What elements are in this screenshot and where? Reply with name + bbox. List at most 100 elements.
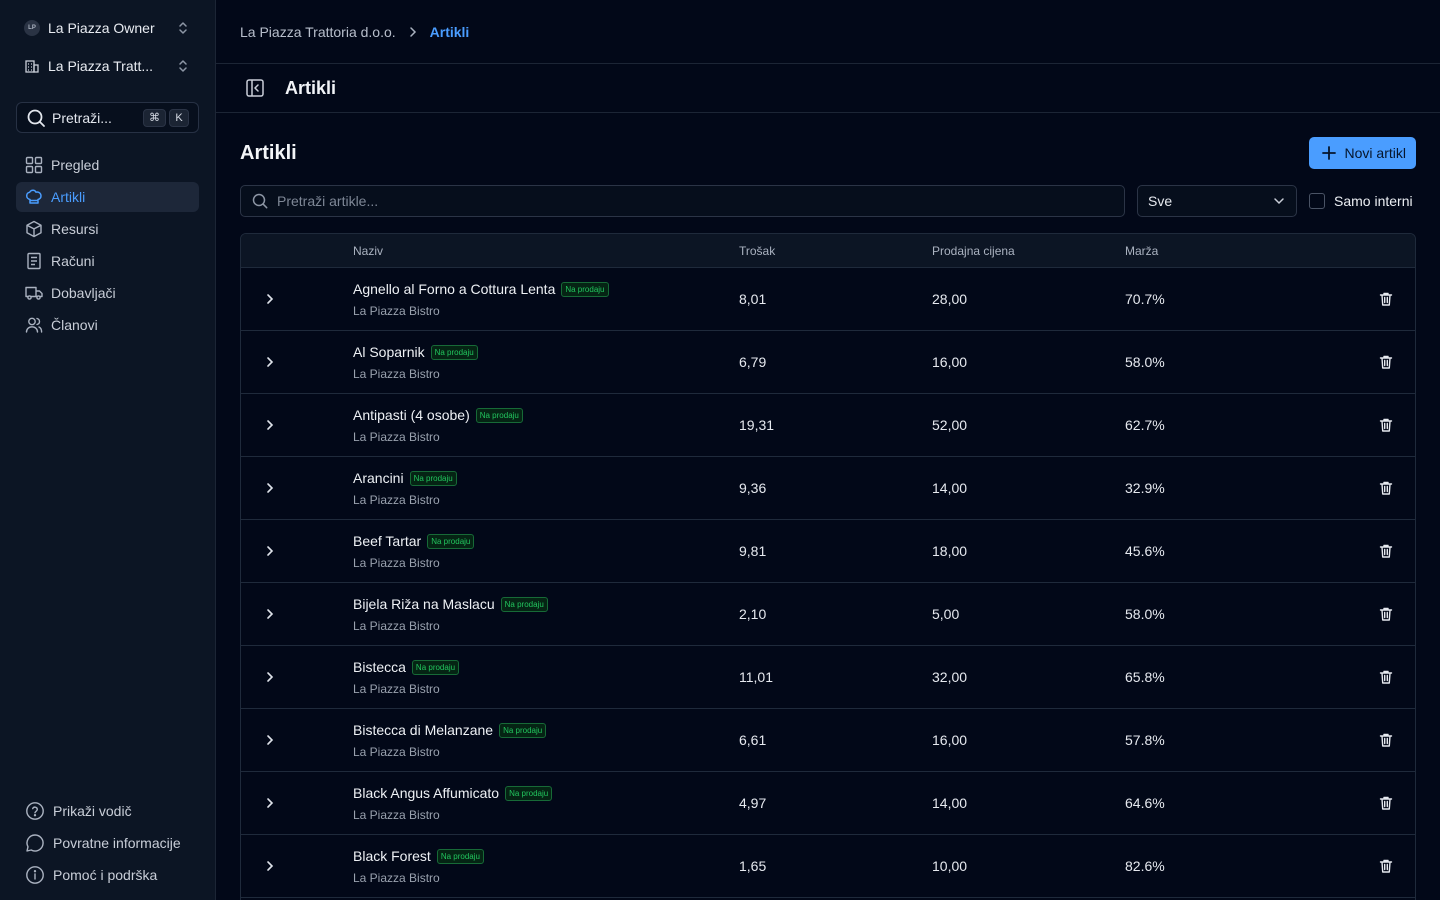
table-row[interactable]: Bistecca Na prodaju La Piazza Bistro 11,01 3… xyxy=(241,646,1415,709)
internal-only-checkbox[interactable] xyxy=(1309,193,1325,209)
sidebar: LP La Piazza Owner La Piazza Tratt... Pr… xyxy=(0,0,216,900)
info-icon xyxy=(25,865,45,885)
item-location: La Piazza Bistro xyxy=(353,745,440,759)
expand-chevron-icon[interactable] xyxy=(263,796,277,810)
table-row[interactable]: Bistecca di Melanzane Na prodaju La Piazza… xyxy=(241,709,1415,772)
item-price: 10,00 xyxy=(932,858,968,874)
item-name: Arancini xyxy=(353,470,404,486)
item-location: La Piazza Bistro xyxy=(353,808,440,822)
org-switcher[interactable]: LP La Piazza Owner xyxy=(16,13,199,43)
table-row[interactable]: Arancini Na prodaju La Piazza Bistro 9,36 14… xyxy=(241,457,1415,520)
sidebar-toggle-icon[interactable] xyxy=(245,78,265,98)
expand-chevron-icon[interactable] xyxy=(263,481,277,495)
column-header-price[interactable]: Prodajna cijena xyxy=(932,244,1015,258)
nav-label: Povratne informacije xyxy=(53,835,181,851)
item-price: 5,00 xyxy=(932,606,960,622)
item-search-input[interactable] xyxy=(277,193,1114,209)
status-badge: Na prodaju xyxy=(475,407,523,423)
table-header: Naziv Trošak Prodajna cijena Marža xyxy=(241,234,1415,268)
column-header-margin[interactable]: Marža xyxy=(1125,244,1158,258)
expand-chevron-icon[interactable] xyxy=(263,607,277,621)
table-row[interactable]: Beef Tartar Na prodaju La Piazza Bistro 9,8… xyxy=(241,520,1415,583)
location-switcher[interactable]: La Piazza Tratt... xyxy=(16,51,199,81)
nav-item-clanovi[interactable]: Članovi xyxy=(16,310,199,340)
item-location: La Piazza Bistro xyxy=(353,871,440,885)
nav-label: Članovi xyxy=(51,317,98,333)
org-name: La Piazza Owner xyxy=(48,20,155,36)
table-row[interactable]: Black Forest Na prodaju La Piazza Bistro 1,… xyxy=(241,835,1415,898)
global-search[interactable]: Pretraži... ⌘ K xyxy=(16,102,199,133)
table-row[interactable]: Agnello al Forno a Cottura Lenta Na proda… xyxy=(241,268,1415,331)
message-circle-icon xyxy=(25,833,45,853)
nav-item-dobavljaci[interactable]: Dobavljači xyxy=(16,278,199,308)
receipt-icon xyxy=(25,252,43,270)
item-name: Bistecca di Melanzane xyxy=(353,722,494,738)
table-row[interactable]: Black Angus Affumicato Na prodaju La Piazz… xyxy=(241,772,1415,835)
expand-chevron-icon[interactable] xyxy=(263,670,277,684)
trash-icon[interactable] xyxy=(1378,732,1394,748)
building-icon xyxy=(24,58,40,74)
status-badge: Na prodaju xyxy=(436,848,484,864)
expand-chevron-icon[interactable] xyxy=(263,859,277,873)
item-cost: 9,36 xyxy=(739,480,767,496)
expand-chevron-icon[interactable] xyxy=(263,544,277,558)
item-location: La Piazza Bistro xyxy=(353,367,440,381)
trash-icon[interactable] xyxy=(1378,795,1394,811)
trash-icon[interactable] xyxy=(1378,480,1394,496)
help-nav: Prikaži vodič Povratne informacije Pomoć… xyxy=(16,796,199,892)
item-name-line: Al Soparnik Na prodaju xyxy=(353,344,478,360)
status-badge: Na prodaju xyxy=(499,722,547,738)
trash-icon[interactable] xyxy=(1378,606,1394,622)
item-name: Beef Tartar xyxy=(353,533,422,549)
nav-item-resursi[interactable]: Resursi xyxy=(16,214,199,244)
trash-icon[interactable] xyxy=(1378,858,1394,874)
item-name-line: Beef Tartar Na prodaju xyxy=(353,533,475,549)
item-location: La Piazza Bistro xyxy=(353,682,440,696)
nav-item-racuni[interactable]: Računi xyxy=(16,246,199,276)
nav-item-show-guide[interactable]: Prikaži vodič xyxy=(16,796,199,826)
status-badge: Na prodaju xyxy=(427,533,475,549)
expand-chevron-icon[interactable] xyxy=(263,733,277,747)
page-title: Artikli xyxy=(240,141,297,164)
expand-chevron-icon[interactable] xyxy=(263,418,277,432)
expand-chevron-icon[interactable] xyxy=(263,355,277,369)
item-margin: 70.7% xyxy=(1125,291,1165,307)
nav-label: Pregled xyxy=(51,157,100,173)
nav-item-artikli[interactable]: Artikli xyxy=(16,182,199,212)
trash-icon[interactable] xyxy=(1378,291,1394,307)
item-name-line: Black Forest Na prodaju xyxy=(353,848,484,864)
table-row[interactable]: Al Soparnik Na prodaju La Piazza Bistro 6,7… xyxy=(241,331,1415,394)
breadcrumb-parent[interactable]: La Piazza Trattoria d.o.o. xyxy=(240,24,396,40)
nav-item-pregled[interactable]: Pregled xyxy=(16,150,199,180)
item-name-cell: Al Soparnik Na prodaju La Piazza Bistro xyxy=(353,344,478,381)
trash-icon[interactable] xyxy=(1378,417,1394,433)
item-name: Black Angus Affumicato xyxy=(353,785,500,801)
item-cost: 19,31 xyxy=(739,417,775,433)
chevrons-up-down-icon xyxy=(175,20,191,36)
trash-icon[interactable] xyxy=(1378,354,1394,370)
item-name: Agnello al Forno a Cottura Lenta xyxy=(353,281,556,297)
table-row[interactable]: Bijela Riža na Maslacu Na prodaju La Piazz… xyxy=(241,583,1415,646)
column-header-name[interactable]: Naziv xyxy=(353,244,383,258)
item-search xyxy=(240,185,1125,217)
item-price: 14,00 xyxy=(932,480,968,496)
nav-item-feedback[interactable]: Povratne informacije xyxy=(16,828,199,858)
internal-only-toggle[interactable]: Samo interni xyxy=(1309,193,1413,209)
chevron-right-icon xyxy=(406,25,420,39)
item-cost: 2,10 xyxy=(739,606,767,622)
new-item-button[interactable]: Novi artikl xyxy=(1308,137,1416,169)
search-icon xyxy=(26,108,46,128)
trash-icon[interactable] xyxy=(1378,543,1394,559)
nav-item-support[interactable]: Pomoć i podrška xyxy=(16,860,199,890)
column-header-cost[interactable]: Trošak xyxy=(739,244,775,258)
status-badge: Na prodaju xyxy=(409,470,457,486)
trash-icon[interactable] xyxy=(1378,669,1394,685)
global-search-label: Pretraži... xyxy=(52,109,112,126)
type-filter-select[interactable]: Sve xyxy=(1137,185,1297,217)
table-row[interactable]: Antipasti (4 osobe) Na prodaju La Piazza B… xyxy=(241,394,1415,457)
item-margin: 57.8% xyxy=(1125,732,1165,748)
expand-chevron-icon[interactable] xyxy=(263,292,277,306)
status-badge: Na prodaju xyxy=(561,281,609,297)
breadcrumb-current[interactable]: Artikli xyxy=(430,24,470,40)
page-heading-row: Artikli Novi artikl xyxy=(240,137,1416,169)
